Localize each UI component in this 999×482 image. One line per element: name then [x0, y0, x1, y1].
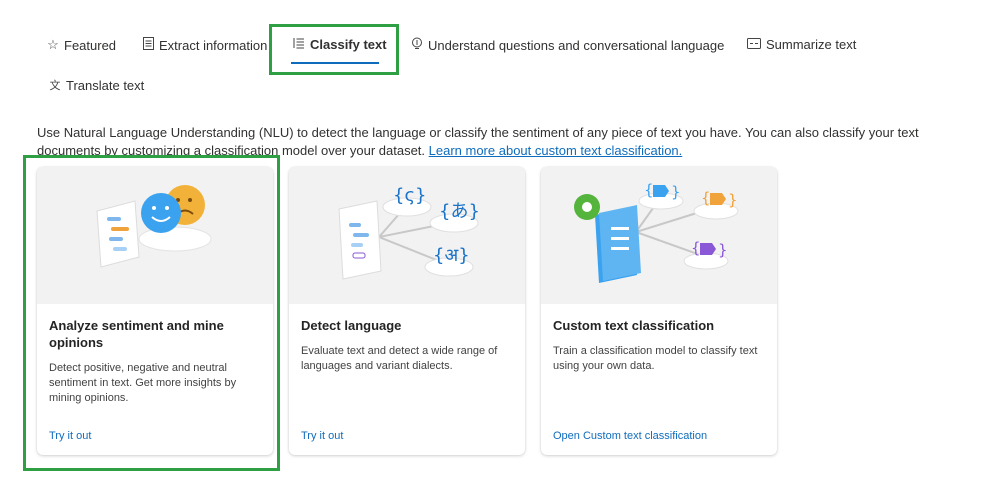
tab-classify-text-label: Classify text	[310, 37, 387, 52]
svg-text:{: {	[644, 181, 654, 199]
svg-text:{あ}: {あ}	[439, 201, 480, 222]
chat-bulb-icon	[411, 37, 423, 53]
card-title: Analyze sentiment and mine opinions	[49, 318, 224, 350]
tab-featured[interactable]: ☆ Featured	[47, 37, 116, 53]
learn-more-link[interactable]: Learn more about custom text classificat…	[429, 143, 683, 158]
language-illustration: {ς} {あ} {अ}	[289, 167, 525, 304]
tab-translate-text-label: Translate text	[66, 77, 145, 93]
page-description: Use Natural Language Understanding (NLU)…	[37, 124, 977, 160]
svg-text:}: }	[718, 241, 728, 259]
card-description: Detect positive, negative and neutral se…	[49, 362, 237, 404]
tab-summarize-text-label: Summarize text	[766, 37, 857, 52]
card-title: Custom text classification	[553, 318, 715, 333]
tab-featured-label: Featured	[64, 37, 117, 53]
card-detect-language[interactable]: {ς} {あ} {अ} Detect language Evaluate tex…	[289, 167, 525, 455]
card-description: Evaluate text and detect a wide range of…	[301, 345, 498, 372]
try-it-out-link[interactable]: Try it out	[301, 430, 343, 442]
star-icon: ☆	[47, 37, 59, 52]
svg-text:{अ}: {अ}	[433, 245, 470, 266]
custom-classification-illustration: { } { } { }	[541, 167, 777, 304]
try-it-out-link[interactable]: Try it out	[49, 430, 91, 442]
translate-icon: 文	[49, 80, 61, 92]
svg-text:}: }	[728, 191, 738, 209]
active-tab-indicator	[291, 62, 379, 64]
tab-summarize-text[interactable]: Summarize text	[747, 37, 856, 52]
svg-text:}: }	[671, 183, 681, 201]
tab-extract-information-label: Extract information	[159, 37, 268, 53]
tab-understand-questions-label: Understand questions and conversational …	[428, 37, 725, 53]
open-custom-text-classification-link[interactable]: Open Custom text classification	[553, 430, 707, 442]
list-icon	[293, 37, 305, 52]
tab-classify-text[interactable]: Classify text	[293, 37, 387, 52]
tab-extract-information[interactable]: Extract information	[142, 37, 267, 53]
card-title: Detect language	[301, 318, 402, 333]
card-custom-text-classification[interactable]: { } { } { } Custom text classification T…	[541, 167, 777, 455]
sentiment-illustration	[37, 167, 273, 304]
svg-text:{: {	[691, 239, 701, 257]
card-description: Train a classification model to classify…	[553, 345, 758, 372]
svg-text:{: {	[701, 189, 711, 207]
card-analyze-sentiment[interactable]: Analyze sentiment and mine opinions Dete…	[37, 167, 273, 455]
tab-understand-questions[interactable]: Understand questions and conversational …	[411, 37, 724, 53]
svg-text:{ς}: {ς}	[393, 185, 426, 206]
document-icon	[142, 37, 154, 53]
tab-translate-text[interactable]: 文 Translate text	[49, 77, 145, 93]
summary-icon	[747, 37, 761, 52]
